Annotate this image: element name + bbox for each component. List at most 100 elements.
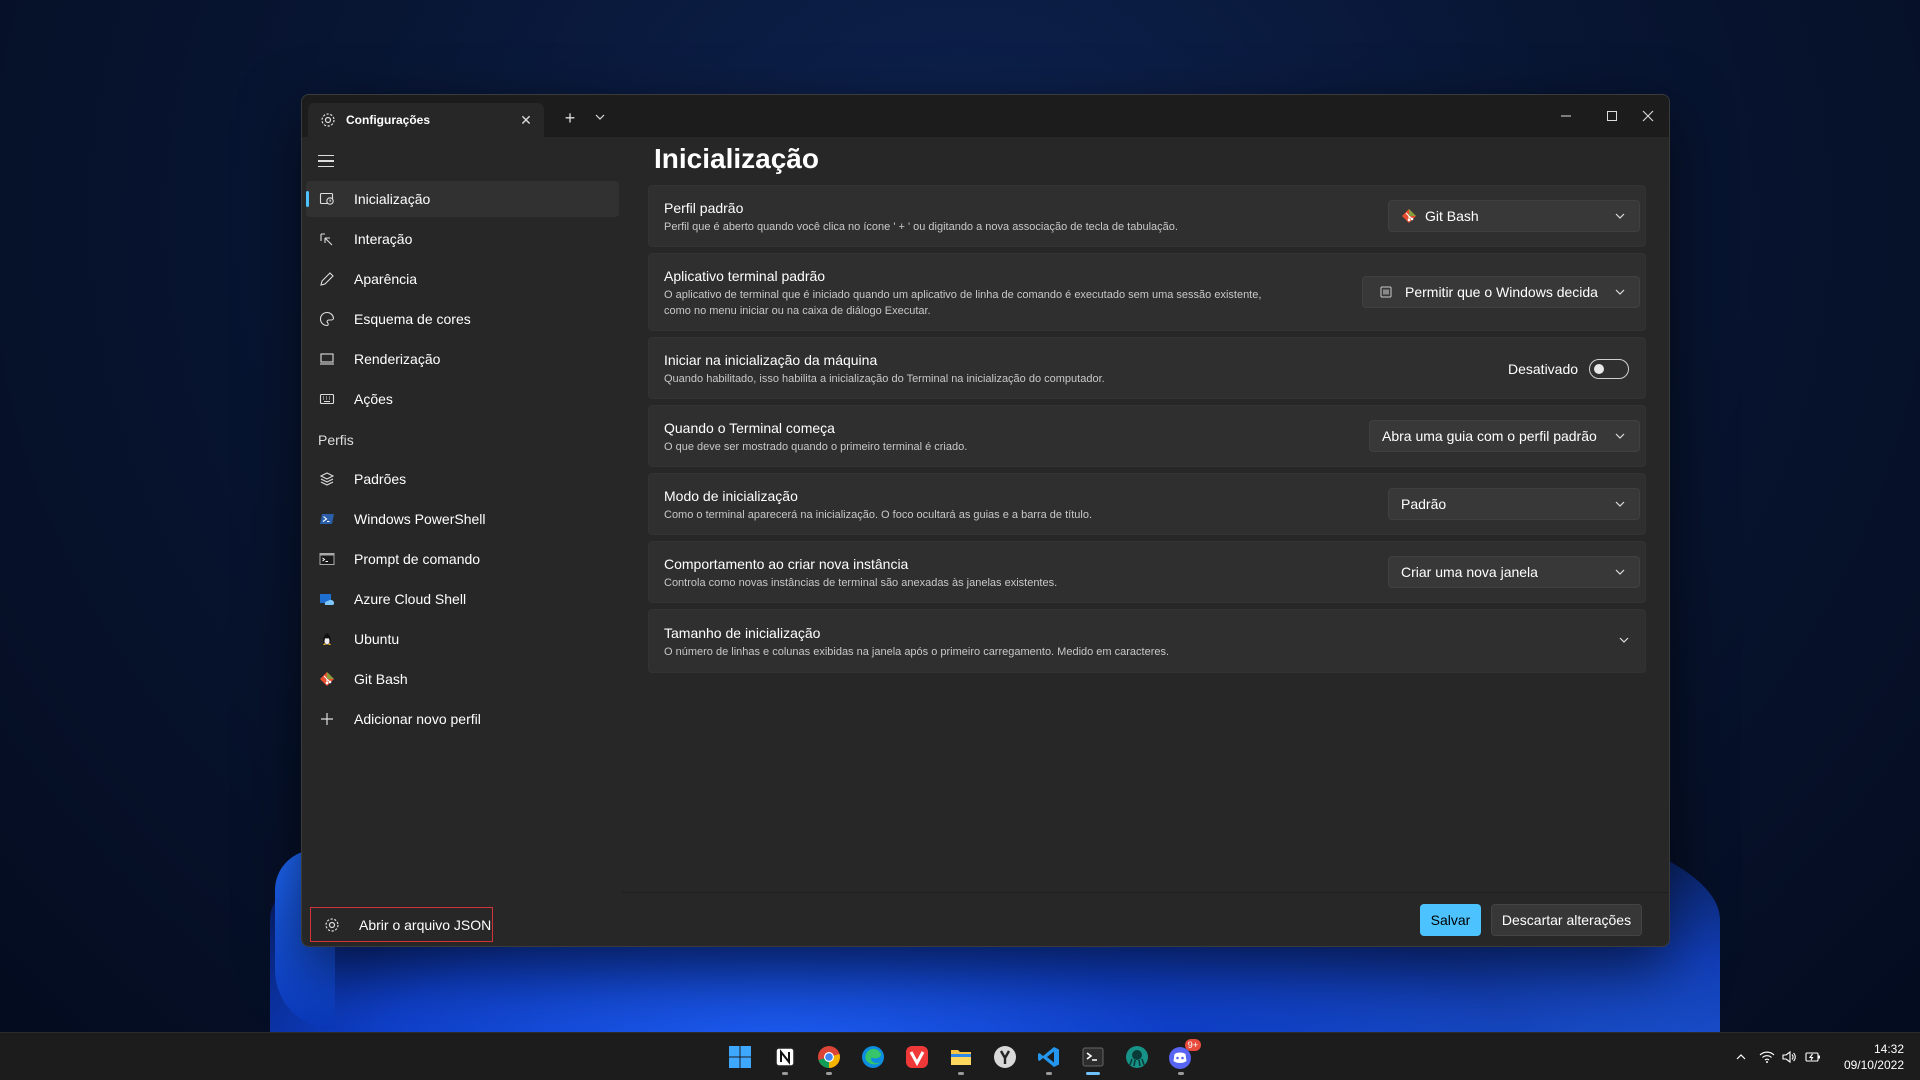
volume-icon[interactable] — [1781, 1049, 1797, 1065]
sidebar-item-renderizacao[interactable]: Renderização — [306, 341, 619, 377]
setting-launch-size[interactable]: Tamanho de inicialização O número de lin… — [648, 609, 1646, 673]
new-instance-dropdown[interactable]: Criar uma nova janela — [1388, 556, 1640, 588]
tab-dropdown-chevron-icon[interactable] — [592, 109, 608, 125]
sidebar-item-ubuntu[interactable]: Ubuntu — [306, 621, 619, 657]
chevron-down-icon — [1613, 429, 1627, 443]
sidebar-item-label: Adicionar novo perfil — [354, 711, 481, 727]
clock[interactable]: 14:32 09/10/2022 — [1844, 1041, 1904, 1073]
sidebar-item-prompt-de-comando[interactable]: Prompt de comando — [306, 541, 619, 577]
setting-description: O número de linhas e colunas exibidas na… — [664, 646, 1170, 658]
running-indicator — [1178, 1072, 1184, 1075]
save-button[interactable]: Salvar — [1420, 904, 1481, 936]
profiles-header: Perfis — [318, 432, 354, 448]
gitkraken-icon[interactable] — [1121, 1041, 1153, 1073]
git-icon — [1401, 208, 1417, 224]
launch-mode-dropdown[interactable]: Padrão — [1388, 488, 1640, 520]
toggle-state-label: Desativado — [1508, 361, 1579, 377]
vivaldi-icon[interactable] — [901, 1041, 933, 1073]
sidebar-item-acoes[interactable]: Ações — [306, 381, 619, 417]
discord-icon[interactable]: 9+ — [1165, 1039, 1201, 1075]
setting-description-line2: como no menu iniciar ou na caixa de diál… — [664, 305, 931, 317]
terminal-settings-window: Configurações ✕ + Inicialização Interaçã… — [301, 94, 1670, 947]
yandex-browser-icon[interactable] — [989, 1041, 1021, 1073]
gear-icon — [320, 112, 336, 128]
active-indicator — [1086, 1072, 1100, 1075]
open-json-label: Abrir o arquivo JSON — [359, 916, 492, 933]
open-json-file-button[interactable]: Abrir o arquivo JSON — [310, 907, 493, 942]
setting-title: Iniciar na inicialização da máquina — [664, 352, 878, 368]
monitor-icon — [318, 350, 336, 368]
windows-start-icon[interactable] — [724, 1041, 756, 1073]
sidebar-item-inicializacao[interactable]: Inicialização — [306, 181, 619, 217]
minimize-button[interactable] — [1546, 103, 1586, 129]
sidebar-item-label: Inicialização — [354, 191, 431, 207]
dropdown-value: Permitir que o Windows decida — [1405, 284, 1598, 300]
chrome-icon[interactable] — [813, 1041, 845, 1075]
sidebar-item-label: Windows PowerShell — [354, 511, 486, 527]
setting-description: Como o terminal aparecerá na inicializaç… — [664, 509, 1093, 521]
notification-badge: 9+ — [1184, 1039, 1201, 1051]
plus-icon — [318, 710, 336, 728]
sidebar-item-interacao[interactable]: Interação — [306, 221, 619, 257]
sidebar-item-add-new-profile[interactable]: Adicionar novo perfil — [306, 701, 619, 737]
sidebar-item-azure-cloud-shell[interactable]: Azure Cloud Shell — [306, 581, 619, 617]
default-profile-dropdown[interactable]: Git Bash — [1388, 200, 1640, 232]
when-terminal-starts-dropdown[interactable]: Abra uma guia com o perfil padrão — [1369, 420, 1640, 452]
launch-on-startup-toggle[interactable] — [1589, 359, 1629, 379]
expand-chevron-icon[interactable] — [1617, 633, 1631, 647]
chevron-up-icon[interactable] — [1733, 1049, 1749, 1065]
layers-icon — [318, 470, 336, 488]
setting-description-line1: O aplicativo de terminal que é iniciado … — [664, 289, 1262, 301]
running-indicator — [782, 1072, 788, 1075]
maximize-button[interactable] — [1592, 103, 1632, 129]
page-title: Inicialização — [654, 143, 819, 174]
sidebar-item-label: Prompt de comando — [354, 551, 481, 567]
sidebar-item-aparencia[interactable]: Aparência — [306, 261, 619, 297]
pen-icon — [318, 270, 336, 288]
dropdown-value: Criar uma nova janela — [1401, 564, 1538, 580]
battery-icon[interactable] — [1805, 1049, 1821, 1065]
dropdown-value: Git Bash — [1425, 208, 1479, 224]
hamburger-menu-button[interactable] — [318, 151, 338, 171]
vscode-icon[interactable] — [1033, 1041, 1065, 1075]
setting-description: Quando habilitado, isso habilita a inici… — [664, 373, 1105, 385]
running-indicator — [958, 1072, 964, 1075]
notion-icon[interactable] — [769, 1041, 801, 1075]
setting-title: Perfil padrão — [664, 200, 744, 216]
setting-title: Aplicativo terminal padrão — [664, 268, 826, 284]
sidebar-item-git-bash[interactable]: Git Bash — [306, 661, 619, 697]
setting-title: Quando o Terminal começa — [664, 420, 835, 436]
default-terminal-dropdown[interactable]: Permitir que o Windows decida — [1362, 276, 1640, 308]
discard-changes-button[interactable]: Descartar alterações — [1491, 904, 1642, 936]
sidebar-item-label: Ações — [354, 391, 393, 407]
azure-icon — [318, 590, 336, 608]
toggle-knob — [1594, 364, 1604, 374]
tab-settings[interactable]: Configurações ✕ — [308, 103, 544, 137]
taskbar: 9+ 14:32 09/10/2022 — [0, 1032, 1920, 1080]
close-window-button[interactable] — [1628, 103, 1668, 129]
file-explorer-icon[interactable] — [945, 1041, 977, 1075]
wifi-icon[interactable] — [1759, 1049, 1775, 1065]
git-icon — [318, 670, 336, 688]
terminal-icon[interactable] — [1077, 1041, 1109, 1075]
sidebar-item-windows-powershell[interactable]: Windows PowerShell — [306, 501, 619, 537]
sidebar-item-esquema-de-cores[interactable]: Esquema de cores — [306, 301, 619, 337]
chevron-down-icon — [1613, 209, 1627, 223]
new-tab-button[interactable]: + — [560, 108, 580, 128]
sidebar-item-label: Padrões — [354, 471, 407, 487]
setting-default-terminal: Aplicativo terminal padrão O aplicativo … — [648, 253, 1646, 331]
close-tab-icon[interactable]: ✕ — [516, 110, 536, 130]
edge-icon[interactable] — [857, 1041, 889, 1073]
setting-launch-on-startup: Iniciar na inicialização da máquina Quan… — [648, 337, 1646, 399]
sidebar-item-padroes[interactable]: Padrões — [306, 461, 619, 497]
sidebar-item-label: Git Bash — [354, 671, 408, 687]
sidebar-item-label: Interação — [354, 231, 413, 247]
setting-title: Comportamento ao criar nova instância — [664, 556, 909, 572]
app-window-icon — [1379, 285, 1393, 299]
keyboard-icon — [318, 390, 336, 408]
setting-title: Modo de inicialização — [664, 488, 798, 504]
sidebar-item-label: Ubuntu — [354, 631, 400, 647]
dropdown-value: Padrão — [1401, 496, 1447, 512]
chevron-down-icon — [1613, 565, 1627, 579]
powershell-icon — [318, 510, 336, 528]
